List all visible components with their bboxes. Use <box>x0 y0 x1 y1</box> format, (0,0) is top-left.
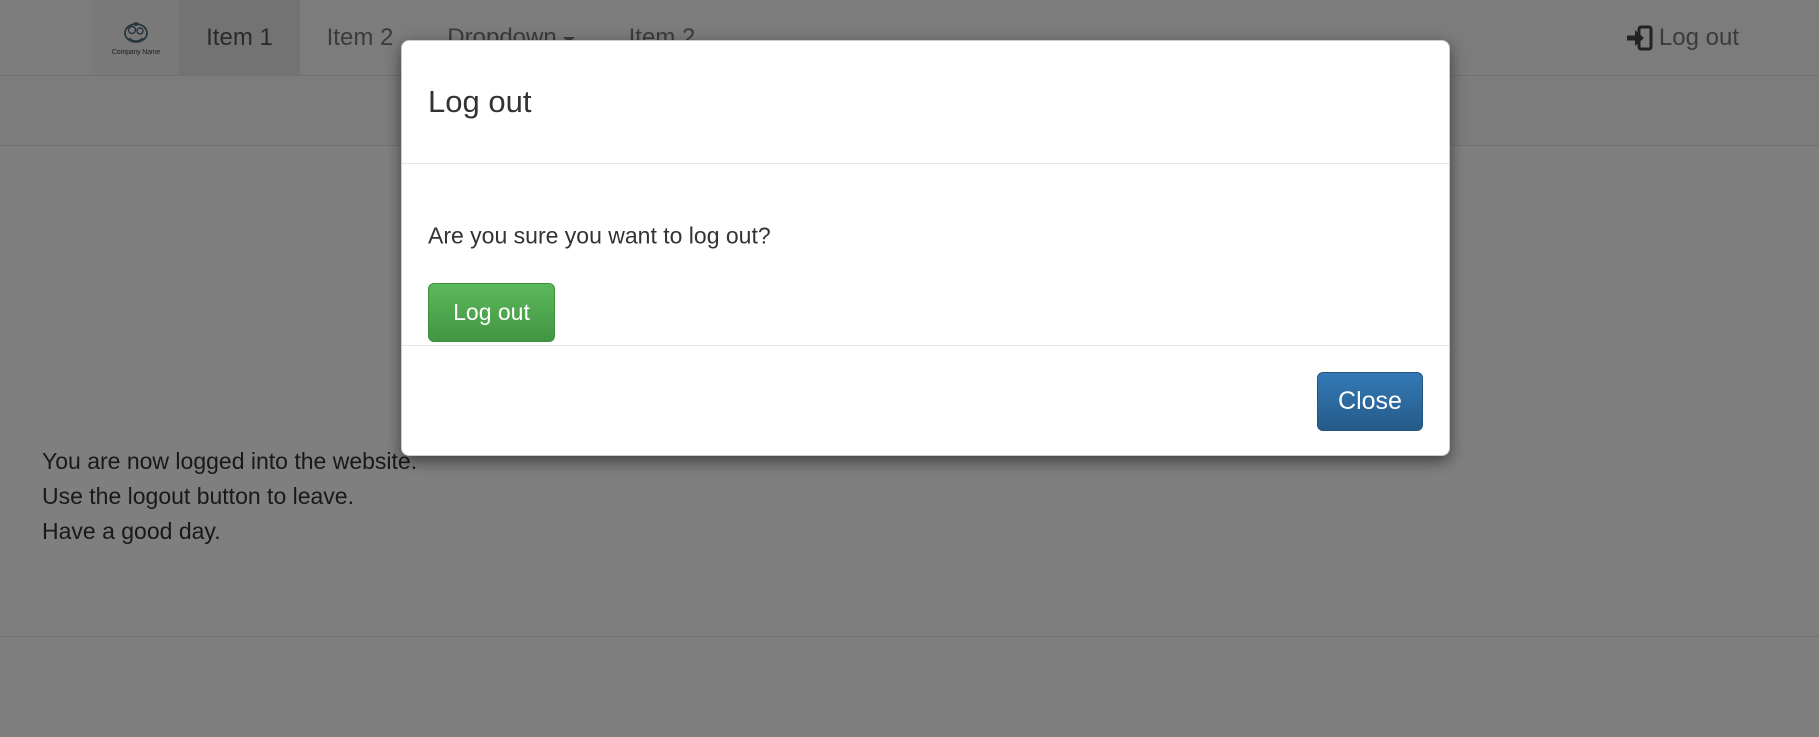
modal-body: Are you sure you want to log out? Log ou… <box>402 164 1449 346</box>
modal-question: Are you sure you want to log out? <box>428 222 771 249</box>
close-button[interactable]: Close <box>1317 372 1423 431</box>
confirm-logout-button[interactable]: Log out <box>428 283 555 342</box>
logout-modal: Log out Are you sure you want to log out… <box>401 40 1450 456</box>
modal-header: Log out <box>402 41 1449 164</box>
page: Company Name Item 1 Item 2 Dropdown Item… <box>0 0 1819 737</box>
modal-title: Log out <box>428 84 532 119</box>
